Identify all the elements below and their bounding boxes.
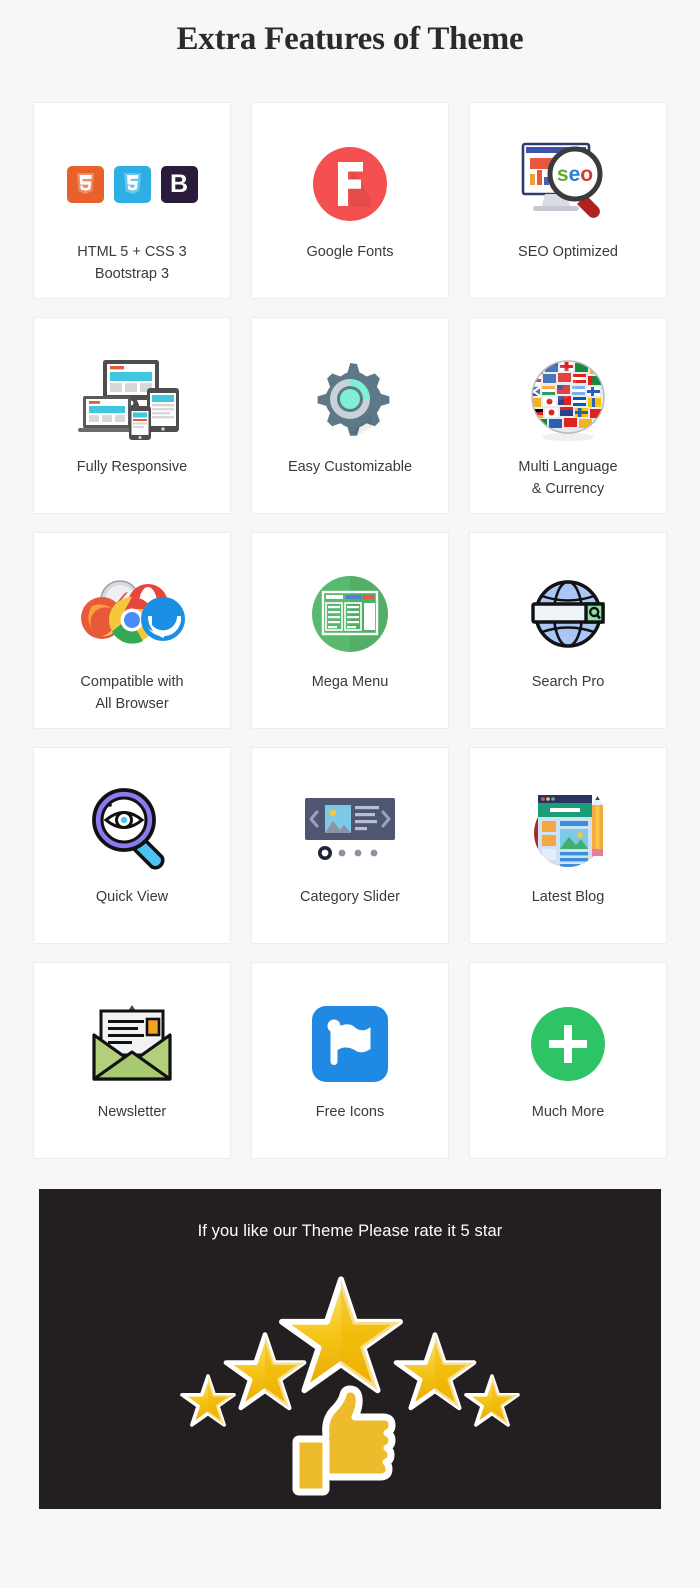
feature-label: Mega Menu <box>311 674 389 690</box>
star-1 <box>180 1374 236 1427</box>
page-title: Extra Features of Theme <box>176 21 524 57</box>
star-2 <box>223 1332 307 1411</box>
star-5 <box>464 1374 520 1427</box>
feature-label: Search Pro <box>531 674 605 690</box>
feature-label: Much More <box>531 1104 605 1120</box>
bootstrap-badge-label: B <box>169 169 189 198</box>
feature-label: Free Icons <box>315 1104 385 1120</box>
feature-label: Multi Language & Currency <box>518 459 618 498</box>
feature-card-customizable[interactable]: Easy Customizable <box>251 317 449 514</box>
thumbs-up-icon <box>292 1385 396 1496</box>
feature-card-responsive[interactable]: Fully Responsive <box>33 317 231 514</box>
seo-monitor-magnifier-icon: seo <box>470 129 666 239</box>
feature-card-much-more[interactable]: Much More <box>469 962 667 1159</box>
plus-circle-icon <box>470 989 666 1099</box>
feature-label: Category Slider <box>300 889 400 905</box>
html5-css3-bootstrap-badges-icon: B <box>34 129 230 239</box>
feature-card-free-icons[interactable]: Free Icons <box>251 962 449 1159</box>
rate-banner-text: If you like our Theme Please rate it 5 s… <box>197 1222 503 1240</box>
feature-label: Newsletter <box>97 1104 167 1120</box>
flag-square-icon <box>252 989 448 1099</box>
feature-label: Easy Customizable <box>287 459 413 475</box>
feature-card-browsers[interactable]: Compatible with All Browser <box>33 532 231 729</box>
feature-label: Latest Blog <box>531 889 605 905</box>
feature-label: Compatible with All Browser <box>80 674 184 713</box>
feature-card-latest-blog[interactable]: Latest Blog <box>469 747 667 944</box>
image-slider-icon <box>252 774 448 884</box>
google-fonts-icon <box>252 129 448 239</box>
bootstrap-badge-icon: B <box>160 165 198 203</box>
browsers-icon <box>34 559 230 669</box>
feature-card-newsletter[interactable]: Newsletter <box>33 962 231 1159</box>
features-grid: B HTML 5 + CSS 3 Bootstrap 3 Google Font… <box>33 68 667 1159</box>
feature-label: SEO Optimized <box>518 244 618 260</box>
eye-magnifier-icon <box>34 774 230 884</box>
feature-label: Fully Responsive <box>76 459 188 475</box>
svg-text:seo: seo <box>557 163 593 186</box>
blog-pencil-icon <box>470 774 666 884</box>
feature-label: Quick View <box>95 889 169 905</box>
feature-card-html-css-bootstrap[interactable]: B HTML 5 + CSS 3 Bootstrap 3 <box>33 102 231 299</box>
rate-banner: If you like our Theme Please rate it 5 s… <box>39 1189 661 1509</box>
feature-card-search-pro[interactable]: Search Pro <box>469 532 667 729</box>
envelope-icon <box>34 989 230 1099</box>
css3-badge-icon <box>113 165 151 203</box>
gear-icon <box>252 344 448 454</box>
star-4 <box>393 1332 477 1411</box>
feature-card-category-slider[interactable]: Category Slider <box>251 747 449 944</box>
search-globe-icon <box>470 559 666 669</box>
feature-card-seo[interactable]: seo SEO Optimized <box>469 102 667 299</box>
star-3 <box>279 1276 403 1394</box>
responsive-devices-icon <box>34 344 230 454</box>
flag-globe-icon <box>470 344 666 454</box>
html5-badge-icon <box>66 165 104 203</box>
mega-menu-icon <box>252 559 448 669</box>
feature-card-quick-view[interactable]: Quick View <box>33 747 231 944</box>
feature-card-mega-menu[interactable]: Mega Menu <box>251 532 449 729</box>
feature-card-google-fonts[interactable]: Google Fonts <box>251 102 449 299</box>
five-star-thumbs-up-graphic <box>140 1247 560 1502</box>
feature-card-multilanguage[interactable]: Multi Language & Currency <box>469 317 667 514</box>
feature-label: Google Fonts <box>306 244 394 260</box>
feature-label: HTML 5 + CSS 3 Bootstrap 3 <box>77 244 187 283</box>
